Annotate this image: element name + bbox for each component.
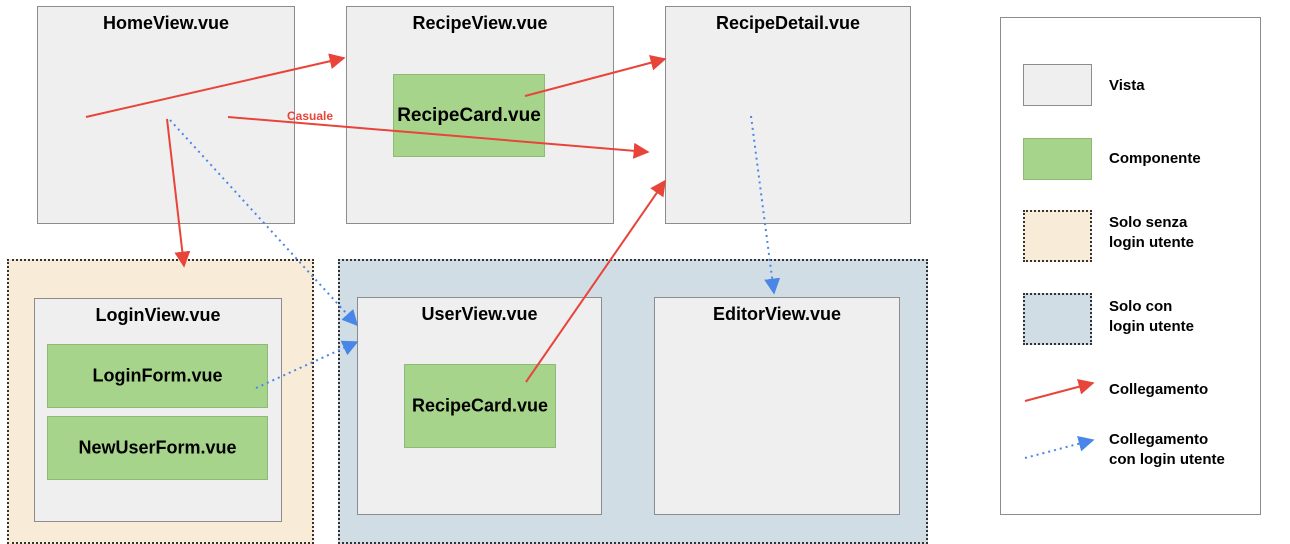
link-home-to-recipe — [85, 53, 346, 118]
link-recipecard-to-detail — [524, 54, 667, 97]
login-link-loginform-to-user — [255, 340, 359, 389]
legend-label-link: Collegamento — [1109, 381, 1209, 398]
legend-label-login: Solo con login utente — [1109, 297, 1194, 337]
legend-label-login-link-line1: Collegamento — [1109, 431, 1209, 448]
legend-label-view: Vista — [1109, 77, 1145, 94]
legend-label-login-line1: Solo con — [1109, 298, 1173, 315]
legend-swatch-no-login — [1023, 210, 1092, 262]
legend-label-login-link-line2: con login utente — [1109, 451, 1225, 468]
legend-label-component: Componente — [1109, 150, 1201, 167]
legend-label-login-link: Collegamento con login utente — [1109, 430, 1225, 470]
login-link-home-to-user — [169, 119, 359, 327]
legend-label-no-login-line1: Solo senza — [1109, 214, 1188, 231]
legend-arrow-login-link-icon — [1024, 435, 1095, 459]
login-link-detail-to-editor — [750, 115, 781, 295]
legend: Vista Componente Solo senza login utente… — [1000, 17, 1261, 515]
legend-swatch-login — [1023, 293, 1092, 345]
link-usercard-to-detail — [525, 179, 666, 383]
legend-swatch-component — [1023, 138, 1092, 180]
link-home-to-detail-random — [227, 116, 650, 159]
legend-arrow-link-icon — [1024, 378, 1095, 402]
legend-label-login-line2: login utente — [1109, 318, 1194, 335]
legend-label-no-login-line2: login utente — [1109, 234, 1194, 251]
legend-swatch-view — [1023, 64, 1092, 106]
link-home-to-login — [166, 118, 191, 268]
legend-label-no-login: Solo senza login utente — [1109, 213, 1194, 253]
